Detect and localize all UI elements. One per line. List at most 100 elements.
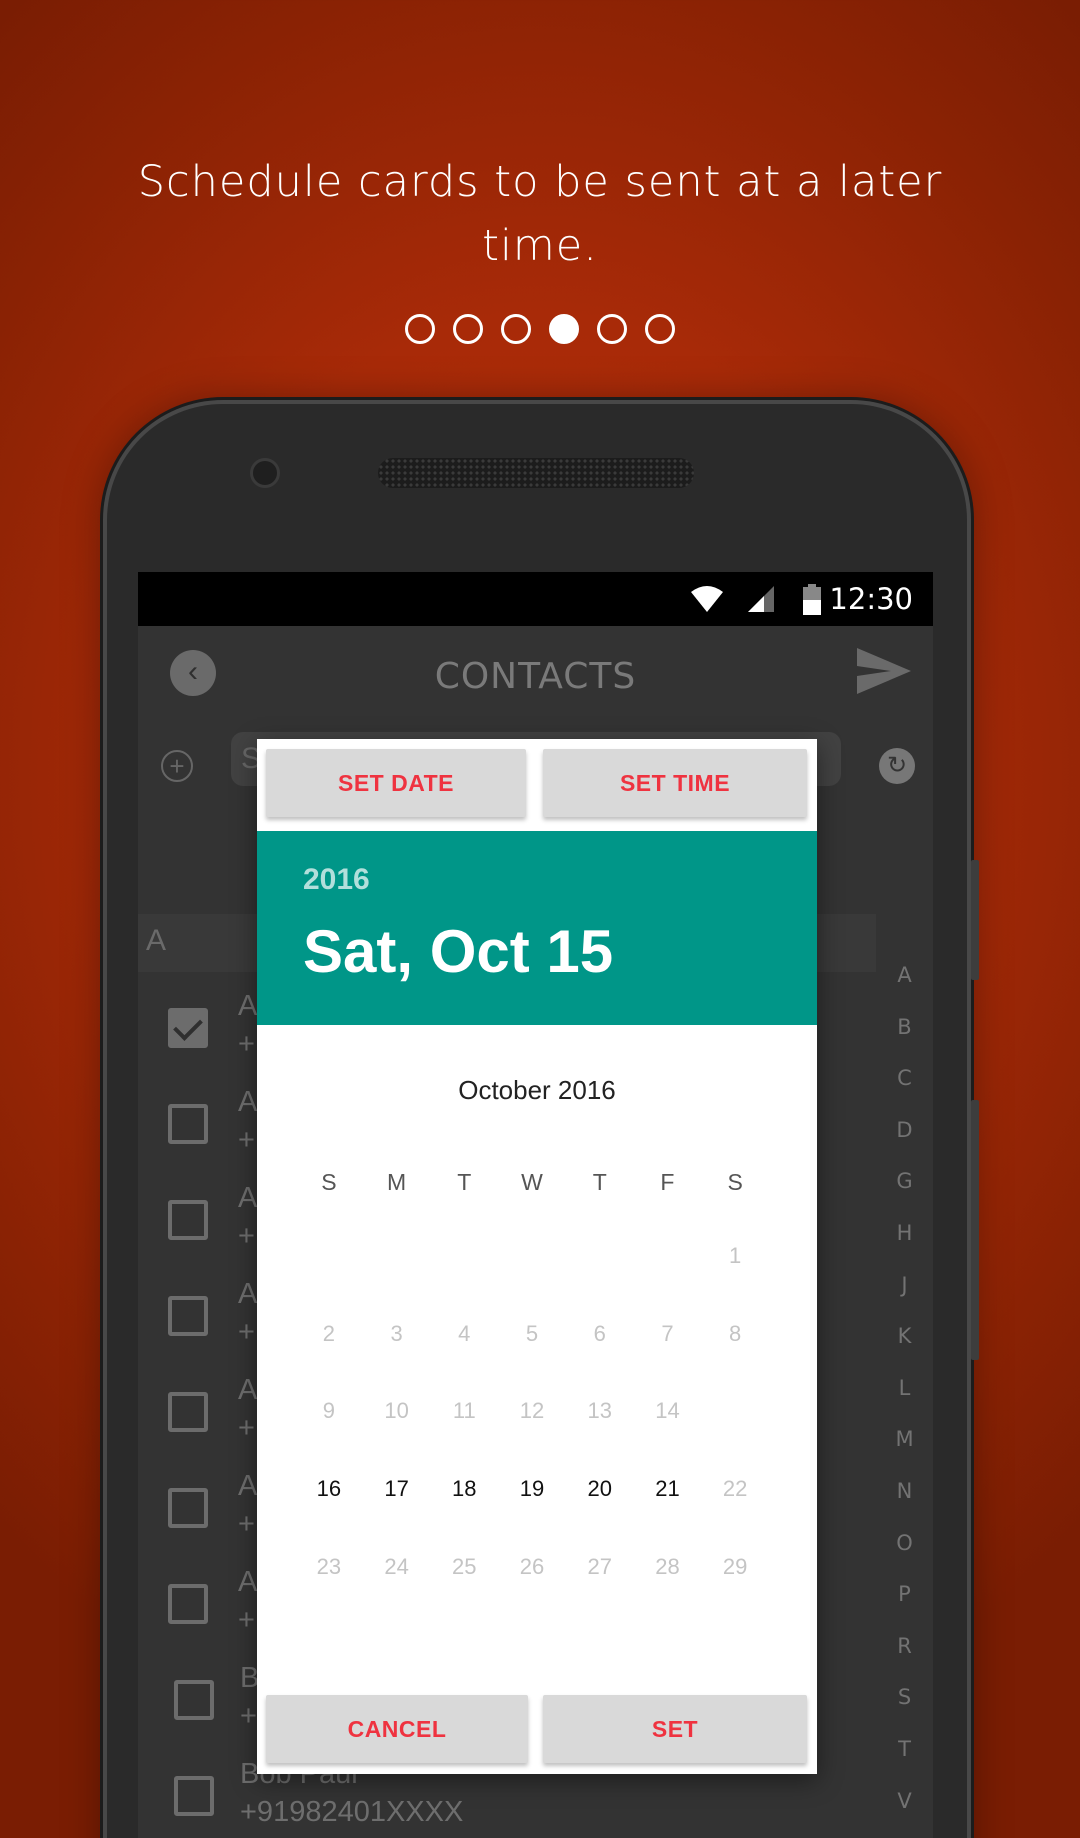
- contact-checkbox[interactable]: [174, 1776, 214, 1816]
- sync-icon[interactable]: ↻: [879, 748, 915, 784]
- plus-icon[interactable]: +: [161, 750, 193, 782]
- contact-checkbox[interactable]: [174, 1680, 214, 1720]
- calendar-day: [295, 1243, 363, 1269]
- index-letter[interactable]: A: [876, 950, 933, 1002]
- weekday-label: T: [592, 1169, 607, 1195]
- calendar-week: 16 17 18 19 20 21 22: [295, 1476, 769, 1502]
- app-bar: ‹ CONTACTS: [138, 626, 933, 726]
- index-letter[interactable]: N: [876, 1466, 933, 1518]
- date-header: 2016 Sat, Oct 15: [257, 831, 817, 1025]
- calendar-day: 14: [655, 1398, 680, 1423]
- weekday-label: M: [386, 1169, 407, 1195]
- index-letter[interactable]: P: [876, 1569, 933, 1621]
- calendar-day: 10: [384, 1398, 409, 1423]
- contact-name: A: [238, 1470, 258, 1502]
- calendar-day: [634, 1243, 702, 1269]
- wifi-icon: [691, 586, 723, 612]
- index-letter[interactable]: V: [876, 1776, 933, 1828]
- contact-checkbox[interactable]: [168, 1584, 208, 1624]
- page-dot-active[interactable]: [549, 314, 579, 344]
- index-letter[interactable]: O: [876, 1518, 933, 1570]
- contact-checkbox[interactable]: [168, 1200, 208, 1240]
- index-letter[interactable]: R: [876, 1621, 933, 1673]
- calendar-day: [498, 1243, 566, 1269]
- status-time: 12:30: [829, 582, 913, 616]
- contact-phone: +: [238, 1412, 255, 1444]
- status-bar: 12:30: [138, 572, 933, 626]
- weekday-label: S: [727, 1169, 743, 1195]
- index-letter[interactable]: D: [876, 1105, 933, 1157]
- date-picker-dialog: SET DATE SET TIME 2016 Sat, Oct 15 Octob…: [257, 739, 817, 1774]
- calendar-day: 24: [384, 1554, 409, 1579]
- calendar-week: 23 24 25 26 27 28 29: [295, 1554, 769, 1580]
- calendar-day: 6: [593, 1321, 606, 1346]
- calendar-day[interactable]: 21: [634, 1476, 702, 1502]
- page-title: CONTACTS: [434, 656, 637, 697]
- contact-phone: +: [238, 1604, 255, 1636]
- calendar-day[interactable]: 16: [295, 1476, 363, 1502]
- phone-side-button: [971, 1100, 979, 1360]
- index-letter[interactable]: L: [876, 1363, 933, 1415]
- index-letter[interactable]: S: [876, 1672, 933, 1724]
- calendar-day: 5: [525, 1321, 539, 1346]
- set-time-tab[interactable]: SET TIME: [543, 749, 807, 817]
- contact-name: A: [238, 990, 258, 1022]
- calendar-day: 27: [587, 1554, 612, 1579]
- contact-phone: +: [238, 1316, 255, 1348]
- page-dot[interactable]: [501, 314, 531, 344]
- index-letter[interactable]: G: [876, 1156, 933, 1208]
- set-button[interactable]: SET: [543, 1695, 807, 1763]
- front-camera: [250, 458, 280, 488]
- contact-phone: +: [238, 1028, 255, 1060]
- contact-name: A: [238, 1278, 258, 1310]
- selected-date[interactable]: Sat, Oct 15: [303, 917, 613, 986]
- contact-name: A: [238, 1566, 258, 1598]
- cancel-button[interactable]: CANCEL: [266, 1695, 528, 1763]
- calendar-day[interactable]: 17: [363, 1476, 431, 1502]
- contact-checkbox[interactable]: [168, 1008, 208, 1048]
- onboarding-headline: Schedule cards to be sent at a later tim…: [137, 157, 943, 271]
- page-indicator: [0, 314, 1080, 346]
- page-dot[interactable]: [453, 314, 483, 344]
- weekday-label: F: [660, 1169, 675, 1195]
- calendar-day: 26: [519, 1554, 545, 1579]
- calendar-day: 3: [390, 1321, 403, 1346]
- index-letter[interactable]: B: [876, 1002, 933, 1054]
- calendar-day: 12: [519, 1398, 545, 1423]
- battery-icon: [803, 584, 821, 615]
- set-date-tab[interactable]: SET DATE: [266, 749, 526, 817]
- contact-name: A: [238, 1374, 258, 1406]
- calendar-day[interactable]: 20: [566, 1476, 634, 1502]
- calendar-day: 1: [729, 1243, 742, 1268]
- calendar-day: [430, 1243, 498, 1269]
- page-dot[interactable]: [597, 314, 627, 344]
- contact-name: A: [238, 1086, 258, 1118]
- contact-name: A: [238, 1182, 258, 1214]
- index-letter[interactable]: C: [876, 1053, 933, 1105]
- index-letter[interactable]: T: [876, 1724, 933, 1776]
- contact-phone: +: [238, 1124, 255, 1156]
- calendar-day: [701, 1398, 769, 1424]
- send-icon[interactable]: [855, 646, 913, 696]
- calendar-day: 29: [722, 1554, 748, 1579]
- contact-phone: +91982401XXXX: [240, 1796, 464, 1828]
- calendar-day: 9: [322, 1398, 335, 1423]
- contact-checkbox[interactable]: [168, 1104, 208, 1144]
- index-letter[interactable]: J: [876, 1260, 933, 1312]
- calendar-day[interactable]: 19: [498, 1476, 566, 1502]
- selected-year[interactable]: 2016: [303, 863, 370, 897]
- page-dot[interactable]: [645, 314, 675, 344]
- month-title: October 2016: [458, 1075, 616, 1105]
- weekday-header: S M T W T F S: [295, 1169, 769, 1196]
- contact-checkbox[interactable]: [168, 1392, 208, 1432]
- contact-checkbox[interactable]: [168, 1488, 208, 1528]
- calendar-day: 8: [729, 1321, 742, 1346]
- contact-checkbox[interactable]: [168, 1296, 208, 1336]
- calendar-day[interactable]: 18: [430, 1476, 498, 1502]
- contact-phone: +: [238, 1220, 255, 1252]
- calendar-week: 1: [295, 1243, 769, 1269]
- index-letter[interactable]: M: [876, 1414, 933, 1466]
- page-dot[interactable]: [405, 314, 435, 344]
- index-letter[interactable]: K: [876, 1311, 933, 1363]
- index-letter[interactable]: H: [876, 1208, 933, 1260]
